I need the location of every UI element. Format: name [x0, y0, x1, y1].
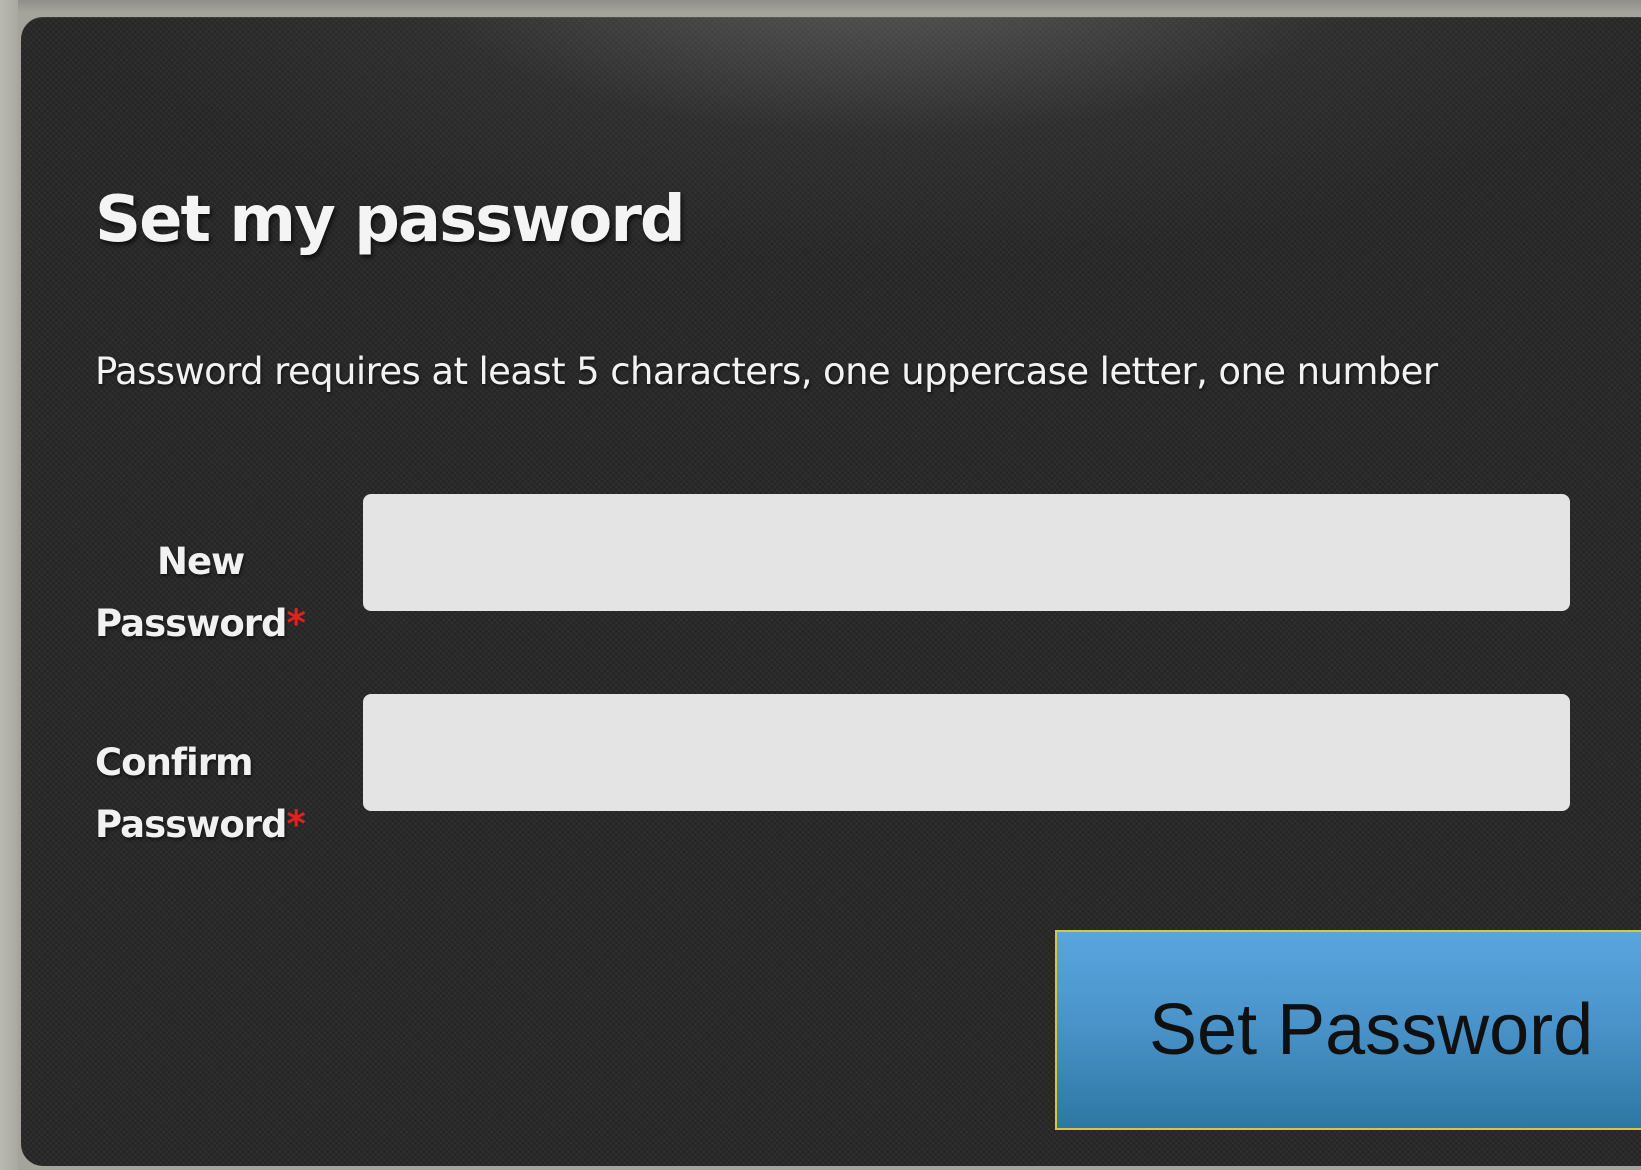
page-title: Set my password — [95, 183, 686, 257]
confirm-password-label-line2: Password* — [95, 794, 355, 856]
window-top-edge — [0, 0, 1641, 12]
password-requirements-text: Password requires at least 5 characters,… — [95, 350, 1438, 393]
new-password-label: New Password* — [95, 531, 335, 655]
set-password-panel: Set my password Password requires at lea… — [21, 17, 1641, 1166]
new-password-label-line1: New — [157, 540, 245, 583]
new-password-label-text: Password — [95, 602, 287, 645]
required-marker: * — [286, 602, 305, 645]
confirm-password-label-text: Password — [95, 803, 287, 846]
confirm-password-label-line1: Confirm — [95, 741, 254, 784]
confirm-password-input[interactable] — [363, 694, 1570, 811]
new-password-input[interactable] — [363, 494, 1570, 611]
window-left-edge — [0, 0, 18, 1170]
set-password-button[interactable]: Set Password — [1055, 930, 1641, 1130]
required-marker: * — [286, 803, 305, 846]
confirm-password-label: Confirm Password* — [95, 732, 355, 856]
new-password-label-line2: Password* — [95, 593, 335, 655]
